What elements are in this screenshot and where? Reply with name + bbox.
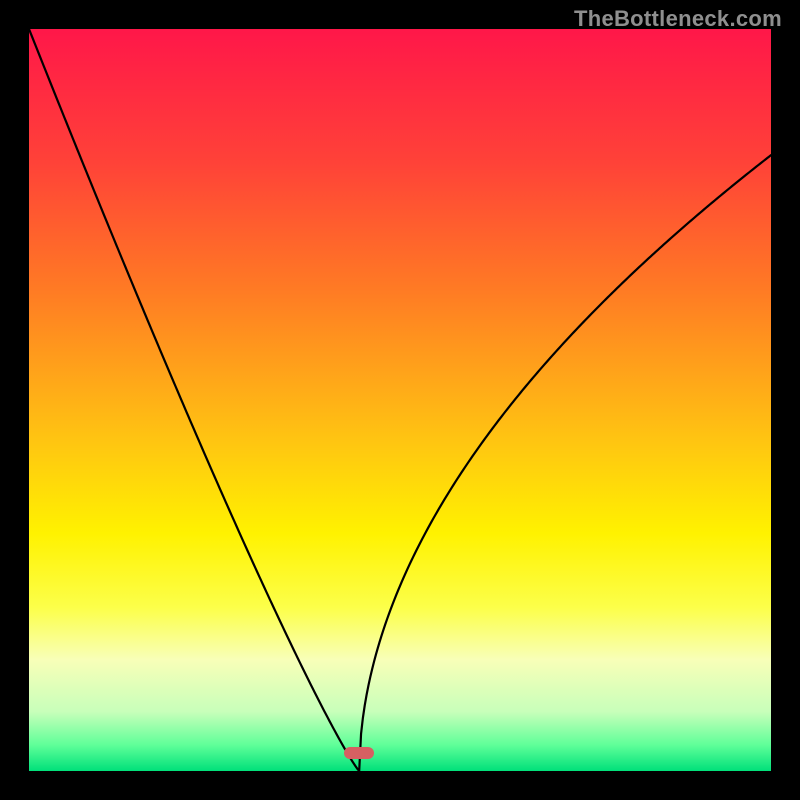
watermark-text: TheBottleneck.com	[574, 6, 782, 32]
plot-area	[29, 29, 771, 771]
bottleneck-curve	[29, 29, 771, 771]
chart-frame: TheBottleneck.com	[0, 0, 800, 800]
minimum-marker	[344, 747, 374, 759]
